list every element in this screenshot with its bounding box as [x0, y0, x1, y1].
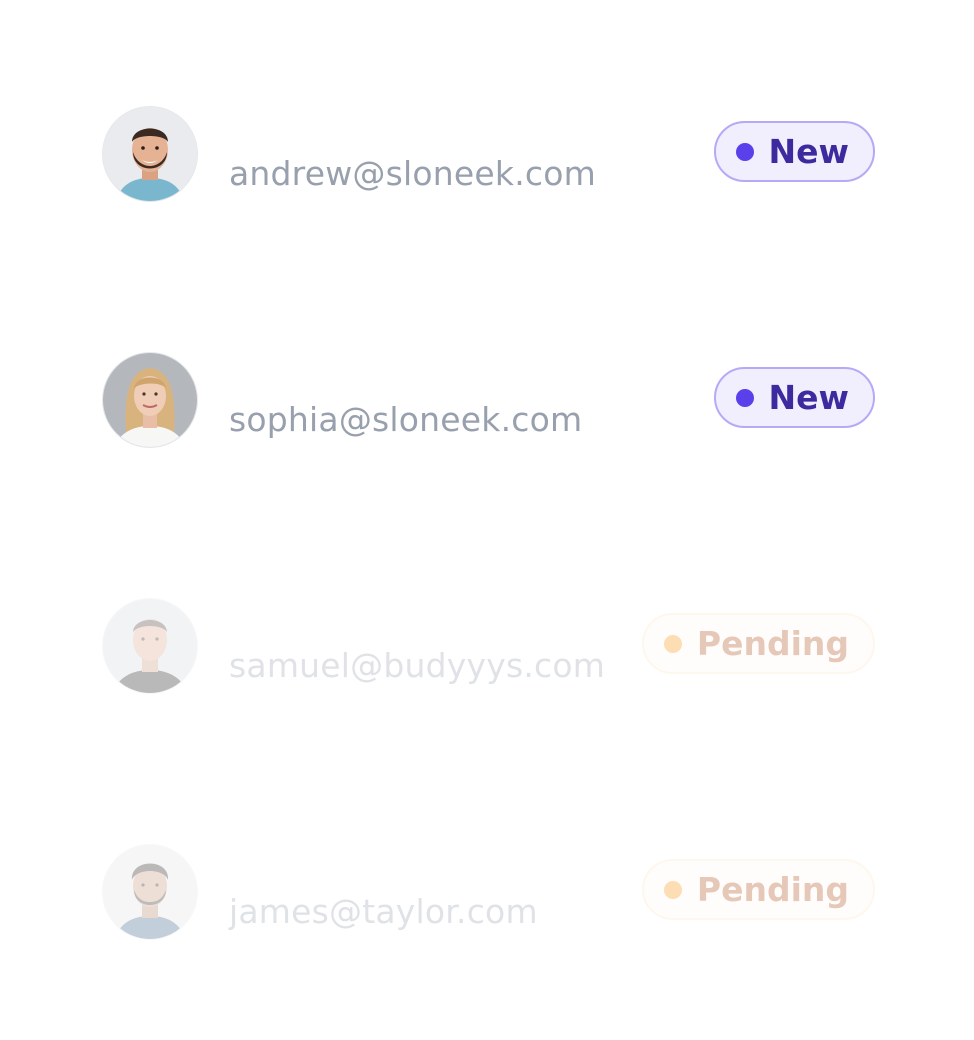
status-badge: Pending [641, 613, 875, 674]
avatar [102, 844, 198, 940]
email-text: james@taylor.com [229, 892, 538, 931]
avatar [102, 106, 198, 202]
status-label: Pending [696, 624, 849, 663]
avatar [102, 352, 198, 448]
avatar [102, 598, 198, 694]
status-label: New [768, 378, 850, 417]
email-text: samuel@budyyys.com [229, 646, 606, 685]
person-icon [103, 599, 197, 693]
list-item[interactable]: andrew@sloneek.com New [0, 102, 974, 202]
status-label: Pending [696, 870, 849, 909]
list-item[interactable]: samuel@budyyys.com Pending [0, 594, 974, 694]
status-dot-icon [663, 880, 682, 899]
status-dot-icon [663, 634, 682, 653]
status-badge: Pending [641, 859, 875, 920]
status-dot-icon [735, 142, 754, 161]
person-icon [103, 107, 197, 201]
email-text: andrew@sloneek.com [229, 154, 596, 193]
status-label: New [768, 132, 850, 171]
status-badge: New [713, 367, 875, 428]
person-icon [103, 845, 197, 939]
email-text: sophia@sloneek.com [229, 400, 583, 439]
person-icon [103, 353, 197, 447]
status-badge: New [713, 121, 875, 182]
list-item[interactable]: james@taylor.com Pending [0, 840, 974, 940]
status-dot-icon [735, 388, 754, 407]
list-item[interactable]: sophia@sloneek.com New [0, 348, 974, 448]
